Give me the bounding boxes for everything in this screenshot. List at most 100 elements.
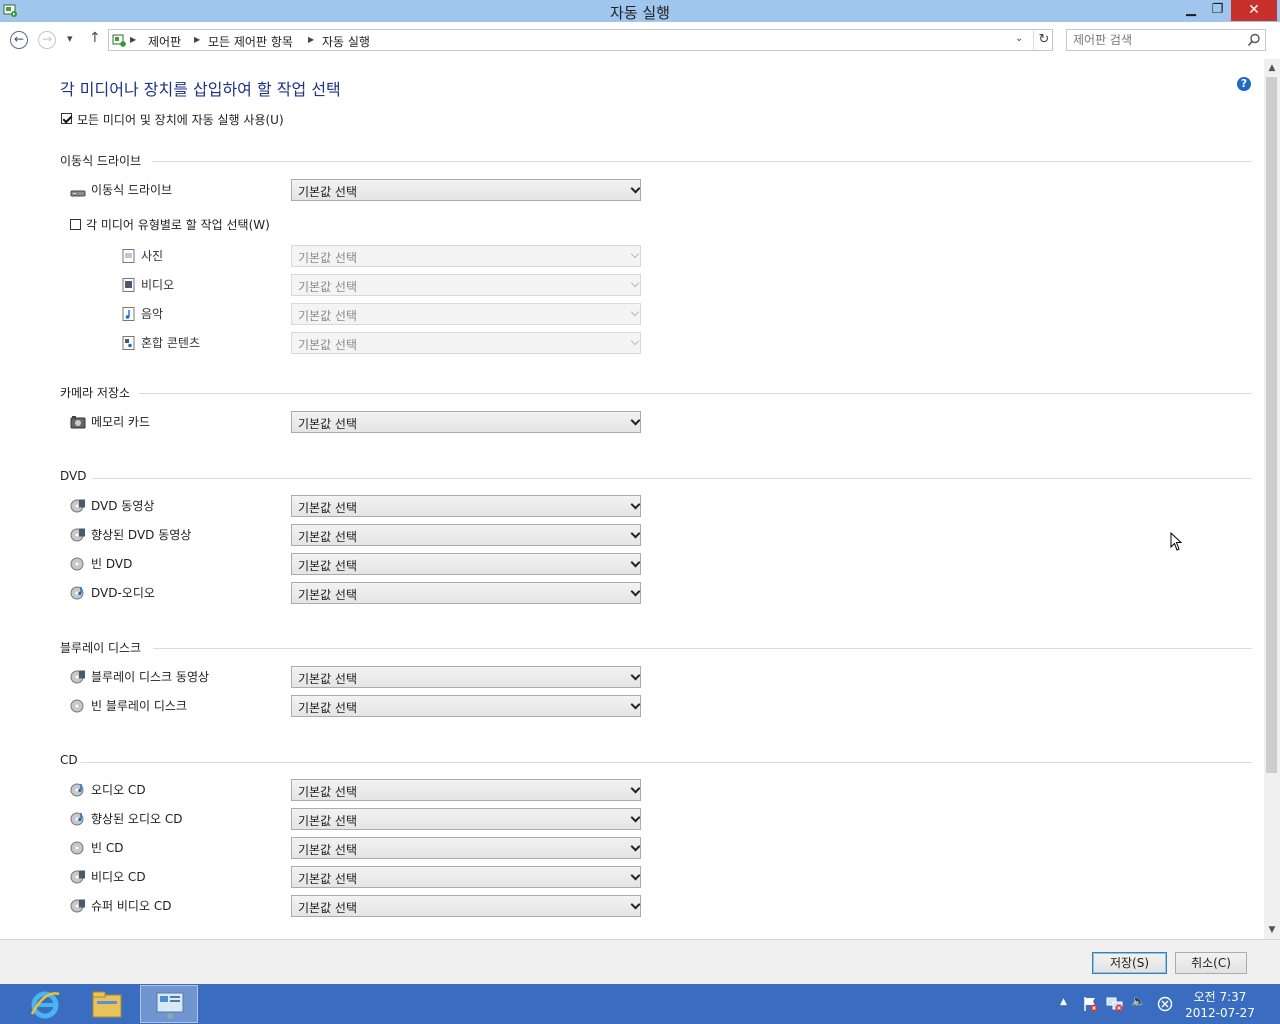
search-input[interactable] bbox=[1073, 32, 1243, 48]
removable-drive-select[interactable]: 기본값 선택 bbox=[291, 179, 641, 201]
taskbar-file-explorer[interactable] bbox=[78, 985, 136, 1023]
use-autoplay-label[interactable]: 모든 미디어 및 장치에 자동 실행 사용(U) bbox=[77, 111, 284, 128]
address-bar[interactable]: ▶ 제어판 ▶ 모든 제어판 항목 ▶ 자동 실행 ⌄ ↻ bbox=[108, 29, 1053, 51]
forward-button[interactable]: → bbox=[38, 31, 56, 49]
section-title-camera: 카메라 저장소 bbox=[60, 386, 131, 400]
chevron-up-icon: ▲ bbox=[1060, 997, 1067, 1007]
back-arrow-icon: ← bbox=[13, 32, 25, 46]
refresh-button[interactable]: ↻ bbox=[1033, 30, 1054, 50]
cancel-button[interactable]: 취소(C) bbox=[1175, 952, 1247, 974]
memory-card-label: 메모리 카드 bbox=[91, 415, 151, 429]
close-button[interactable]: ✕ bbox=[1231, 0, 1277, 21]
help-button[interactable]: ? bbox=[1237, 77, 1251, 91]
video-select[interactable]: 기본값 선택 bbox=[291, 274, 641, 296]
close-icon: ✕ bbox=[1248, 2, 1260, 18]
dvd-audio-select[interactable]: 기본값 선택 bbox=[291, 582, 641, 604]
super-video-cd-label: 슈퍼 비디오 CD bbox=[91, 899, 172, 913]
blank-bluray-select[interactable]: 기본값 선택 bbox=[291, 695, 641, 717]
select-value: 기본값 선택 bbox=[298, 785, 358, 799]
bluray-movie-select[interactable]: 기본값 선택 bbox=[291, 666, 641, 688]
mouse-cursor-icon bbox=[1170, 532, 1183, 551]
select-value: 기본값 선택 bbox=[298, 309, 358, 323]
super-video-cd-select[interactable]: 기본값 선택 bbox=[291, 895, 641, 917]
scroll-down-button[interactable]: ▼ bbox=[1264, 923, 1280, 939]
breadcrumb-separator-icon: ▶ bbox=[194, 35, 201, 44]
action-center-flag-icon[interactable] bbox=[1082, 996, 1098, 1012]
breadcrumb-all-items[interactable]: 모든 제어판 항목 bbox=[208, 33, 293, 50]
dialog-footer: 저장(S) 취소(C) bbox=[0, 939, 1280, 984]
music-icon bbox=[122, 307, 135, 321]
enhanced-dvd-movie-icon bbox=[70, 528, 85, 542]
tray-overflow-button[interactable]: ▲ bbox=[1060, 997, 1067, 1007]
restore-icon: ❐ bbox=[1211, 2, 1224, 17]
chevron-up-icon: ▲ bbox=[1268, 63, 1276, 73]
minimize-icon: ▁ bbox=[1186, 2, 1196, 17]
dvd-movie-select[interactable]: 기본값 선택 bbox=[291, 495, 641, 517]
search-box[interactable] bbox=[1066, 29, 1266, 51]
enhanced-audio-cd-icon bbox=[70, 812, 84, 826]
video-cd-label: 비디오 CD bbox=[91, 870, 146, 884]
video-cd-select[interactable]: 기본값 선택 bbox=[291, 866, 641, 888]
select-value: 기본값 선택 bbox=[298, 501, 358, 515]
enhanced-audio-cd-select[interactable]: 기본값 선택 bbox=[291, 808, 641, 830]
use-autoplay-checkbox[interactable] bbox=[61, 113, 72, 124]
volume-icon[interactable]: 🔈 bbox=[1131, 994, 1146, 1008]
scrollbar-thumb[interactable] bbox=[1266, 77, 1277, 773]
bluray-movie-label: 블루레이 디스크 동영상 bbox=[91, 670, 210, 684]
memory-card-icon bbox=[70, 416, 86, 429]
section-divider bbox=[139, 393, 1252, 394]
section-title-cd: CD bbox=[60, 753, 78, 767]
save-button[interactable]: 저장(S) bbox=[1092, 952, 1167, 974]
removable-drive-icon bbox=[70, 190, 86, 197]
section-title-bluray: 블루레이 디스크 bbox=[60, 641, 142, 655]
address-history-dropdown[interactable]: ⌄ bbox=[1015, 33, 1023, 44]
clock[interactable]: 오전 7:37 2012-07-27 bbox=[1184, 989, 1256, 1021]
select-value: 기본값 선택 bbox=[298, 672, 358, 686]
network-icon[interactable] bbox=[1106, 996, 1124, 1012]
music-select[interactable]: 기본값 선택 bbox=[291, 303, 641, 325]
per-media-type-checkbox[interactable] bbox=[70, 219, 81, 230]
scroll-up-button[interactable]: ▲ bbox=[1264, 59, 1280, 75]
back-button[interactable]: ← bbox=[10, 31, 28, 49]
blank-cd-icon bbox=[70, 841, 84, 855]
chevron-down-icon: ▼ bbox=[1268, 925, 1276, 935]
photo-select[interactable]: 기본값 선택 bbox=[291, 245, 641, 267]
select-value: 기본값 선택 bbox=[298, 280, 358, 294]
status-error-icon[interactable] bbox=[1157, 996, 1173, 1012]
breadcrumb-autoplay[interactable]: 자동 실행 bbox=[322, 33, 370, 50]
memory-card-select[interactable]: 기본값 선택 bbox=[291, 411, 641, 433]
blank-dvd-select[interactable]: 기본값 선택 bbox=[291, 553, 641, 575]
taskbar-ie[interactable] bbox=[16, 985, 74, 1023]
audio-cd-select[interactable]: 기본값 선택 bbox=[291, 779, 641, 801]
blank-cd-select[interactable]: 기본값 선택 bbox=[291, 837, 641, 859]
recent-locations-button[interactable]: ▾ bbox=[67, 32, 73, 45]
chevron-down-icon: ⌄ bbox=[1015, 33, 1024, 44]
select-value: 기본값 선택 bbox=[298, 701, 358, 715]
select-value: 기본값 선택 bbox=[298, 530, 358, 544]
blank-bluray-label: 빈 블루레이 디스크 bbox=[91, 699, 187, 713]
per-media-type-label[interactable]: 각 미디어 유형별로 할 작업 선택(W) bbox=[86, 216, 270, 233]
mixed-content-icon bbox=[122, 336, 135, 350]
clock-date: 2012-07-27 bbox=[1185, 1006, 1255, 1020]
blank-dvd-label: 빈 DVD bbox=[91, 557, 133, 571]
vertical-scrollbar[interactable]: ▲ ▼ bbox=[1264, 59, 1280, 939]
enhanced-dvd-movie-select[interactable]: 기본값 선택 bbox=[291, 524, 641, 546]
section-divider bbox=[152, 161, 1252, 162]
up-button[interactable]: ↑ bbox=[89, 30, 101, 46]
select-value: 기본값 선택 bbox=[298, 559, 358, 573]
photo-icon bbox=[122, 249, 135, 263]
up-arrow-icon: ↑ bbox=[89, 30, 101, 46]
mixed-content-select[interactable]: 기본값 선택 bbox=[291, 332, 641, 354]
breadcrumb-control-panel[interactable]: 제어판 bbox=[148, 33, 181, 50]
minimize-button[interactable]: ▁ bbox=[1178, 0, 1204, 21]
section-divider bbox=[81, 762, 1252, 763]
help-icon: ? bbox=[1240, 77, 1248, 90]
dvd-audio-icon bbox=[70, 586, 84, 600]
folder-icon bbox=[92, 991, 122, 1018]
breadcrumb-separator-icon: ▶ bbox=[308, 35, 315, 44]
control-panel-icon bbox=[156, 992, 184, 1019]
select-value: 기본값 선택 bbox=[298, 843, 358, 857]
section-title-removable: 이동식 드라이브 bbox=[60, 154, 142, 168]
taskbar-control-panel[interactable] bbox=[140, 985, 198, 1023]
maximize-button[interactable]: ❐ bbox=[1204, 0, 1231, 21]
